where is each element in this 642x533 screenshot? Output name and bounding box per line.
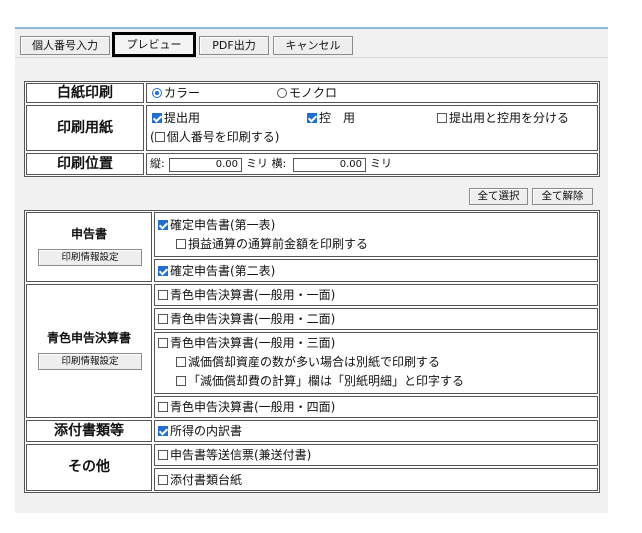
blue-p2-cell: 青色申告決算書(一般用・二面): [154, 308, 598, 330]
other-item2-cell: 添付書類台紙: [154, 468, 598, 491]
attachment-mount-label: 添付書類台紙: [170, 473, 243, 487]
print-position-fields: 縦: 0.00 ミリ 横: 0.00 ミリ: [146, 153, 598, 175]
horizontal-unit-label: ミリ: [370, 157, 392, 170]
color-radio-icon: [152, 88, 162, 98]
vertical-unit-label: ミリ 横:: [246, 157, 287, 170]
split-copy-label: 提出用と控用を分ける: [449, 111, 570, 125]
blue-print-settings-button[interactable]: 印刷情報設定: [38, 353, 142, 370]
color-radio[interactable]: カラー: [152, 86, 200, 100]
form2-checkbox[interactable]: 確定申告書(第二表): [158, 264, 275, 278]
return-form2-cell: 確定申告書(第二表): [154, 259, 598, 282]
vertical-offset-input[interactable]: 0.00: [169, 158, 242, 172]
form1-check-icon: [158, 220, 168, 230]
return-group-label: 申告書: [70, 227, 107, 241]
form2-label: 確定申告書(第二表): [170, 264, 276, 278]
keep-copy-check-icon: [307, 113, 317, 123]
form1-sub-label: 損益通算の通算前金額を印刷する: [188, 237, 369, 251]
blue-p3-sub2-check-icon: [176, 376, 186, 386]
blue-p3-sub1-label: 減価償却資産の数が多い場合は別紙で印刷する: [188, 355, 441, 369]
preview-button[interactable]: プレビュー: [112, 32, 196, 57]
form1-label: 確定申告書(第一表): [170, 218, 276, 232]
mynumber-print-label: 個人番号を印刷する): [166, 130, 280, 144]
print-dialog: 個人番号入力 プレビュー PDF出力 キャンセル 白紙印刷 カラー モノクロ 印…: [0, 0, 642, 533]
return-group-cell: 申告書 印刷情報設定: [26, 212, 152, 282]
income-breakdown-label: 所得の内訳書: [170, 424, 243, 438]
blue-p2-label: 青色申告決算書(一般用・二面): [170, 312, 336, 326]
other-group-label: その他: [26, 444, 152, 491]
mynumber-print-checkbox[interactable]: (個人番号を印刷する): [150, 130, 279, 144]
pdf-output-button[interactable]: PDF出力: [199, 36, 269, 55]
paper-print-options: カラー モノクロ: [146, 83, 598, 103]
blue-p3-checkbox[interactable]: 青色申告決算書(一般用・三面): [158, 336, 335, 350]
blue-p2-checkbox[interactable]: 青色申告決算書(一般用・二面): [158, 312, 335, 326]
blue-p1-cell: 青色申告決算書(一般用・一面): [154, 284, 598, 306]
transmission-slip-check-icon: [158, 450, 168, 460]
mono-radio-label: モノクロ: [289, 86, 338, 100]
mynumber-print-check-icon: [154, 132, 165, 142]
blue-p1-checkbox[interactable]: 青色申告決算書(一般用・一面): [158, 288, 335, 302]
attach-group-label: 添付書類等: [26, 420, 152, 442]
submit-copy-checkbox[interactable]: 提出用: [152, 111, 200, 125]
color-radio-label: カラー: [164, 86, 201, 100]
other-item1-cell: 申告書等送信票(兼送付書): [154, 444, 598, 466]
mono-radio[interactable]: モノクロ: [277, 86, 337, 100]
blue-p3-sub1-check-icon: [176, 357, 186, 367]
attach-item-cell: 所得の内訳書: [154, 420, 598, 442]
blue-p4-label: 青色申告決算書(一般用・四面): [170, 400, 336, 414]
keep-copy-label: 控 用: [319, 111, 356, 125]
submit-copy-check-icon: [152, 113, 162, 123]
transmission-slip-checkbox[interactable]: 申告書等送信票(兼送付書): [158, 448, 311, 462]
blue-p3-check-icon: [158, 338, 168, 348]
print-position-label: 印刷位置: [26, 153, 144, 175]
toolbar: 個人番号入力 プレビュー PDF出力 キャンセル: [15, 29, 608, 58]
keep-copy-checkbox[interactable]: 控 用: [307, 111, 355, 125]
attachment-mount-check-icon: [158, 475, 168, 485]
blue-p3-sub2-checkbox[interactable]: 「減価償却費の計算」欄は「別紙明細」と印字する: [176, 374, 464, 388]
income-breakdown-checkbox[interactable]: 所得の内訳書: [158, 424, 242, 438]
blue-p1-label: 青色申告決算書(一般用・一面): [170, 288, 336, 302]
vertical-label: 縦:: [150, 157, 165, 170]
blue-p2-check-icon: [158, 314, 168, 324]
attachment-mount-checkbox[interactable]: 添付書類台紙: [158, 473, 242, 487]
blue-p3-cell: 青色申告決算書(一般用・三面) 減価償却資産の数が多い場合は別紙で印刷する 「減…: [154, 332, 598, 394]
form2-check-icon: [158, 266, 168, 276]
clear-all-button[interactable]: 全て解除: [532, 188, 593, 205]
horizontal-offset-input[interactable]: 0.00: [293, 158, 366, 172]
blue-p1-check-icon: [158, 290, 168, 300]
blue-p4-check-icon: [158, 402, 168, 412]
paper-type-options: 提出用 控 用 提出用と控用を分ける (個人番号を印刷する): [146, 105, 598, 151]
transmission-slip-label: 申告書等送信票(兼送付書): [170, 448, 312, 462]
return-form1-cell: 確定申告書(第一表) 損益通算の通算前金額を印刷する: [154, 212, 598, 257]
mynumber-input-button[interactable]: 個人番号入力: [20, 36, 110, 55]
select-all-button[interactable]: 全て選択: [469, 188, 528, 205]
paper-print-label: 白紙印刷: [26, 83, 144, 103]
split-copy-check-icon: [437, 113, 447, 123]
income-breakdown-check-icon: [158, 426, 168, 436]
blue-p4-cell: 青色申告決算書(一般用・四面): [154, 396, 598, 418]
submit-copy-label: 提出用: [164, 111, 201, 125]
blue-p4-checkbox[interactable]: 青色申告決算書(一般用・四面): [158, 400, 335, 414]
cancel-button[interactable]: キャンセル: [273, 36, 353, 55]
paper-type-label: 印刷用紙: [26, 105, 144, 151]
form1-sub-checkbox[interactable]: 損益通算の通算前金額を印刷する: [176, 237, 368, 251]
blue-group-cell: 青色申告決算書 印刷情報設定: [26, 284, 152, 418]
form1-sub-check-icon: [176, 239, 186, 249]
blue-p3-label: 青色申告決算書(一般用・三面): [170, 336, 336, 350]
split-copy-checkbox[interactable]: 提出用と控用を分ける: [437, 111, 569, 125]
return-print-settings-button[interactable]: 印刷情報設定: [38, 249, 142, 266]
blue-group-label: 青色申告決算書: [46, 331, 131, 345]
blue-p3-sub2-label: 「減価償却費の計算」欄は「別紙明細」と印字する: [188, 374, 465, 388]
blue-p3-sub1-checkbox[interactable]: 減価償却資産の数が多い場合は別紙で印刷する: [176, 355, 440, 369]
form1-checkbox[interactable]: 確定申告書(第一表): [158, 218, 275, 232]
mono-radio-icon: [277, 88, 287, 98]
